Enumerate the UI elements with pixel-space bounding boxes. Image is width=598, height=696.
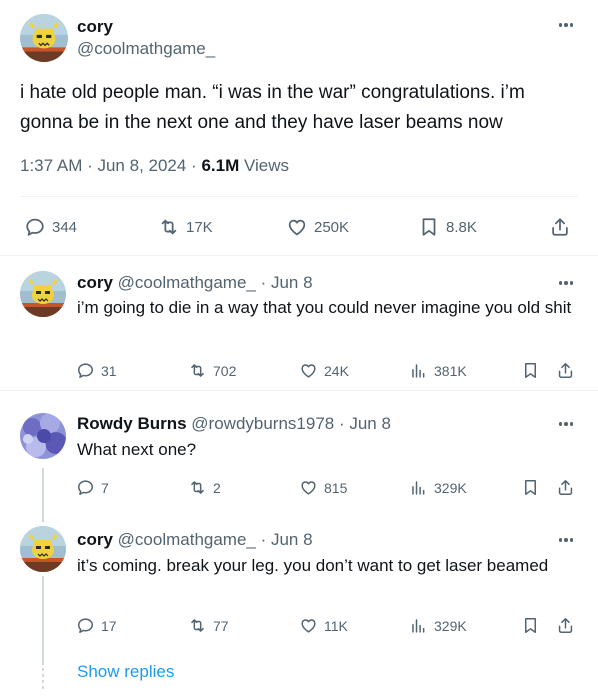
bookmark-button[interactable]: [521, 616, 540, 635]
avatar[interactable]: [20, 14, 68, 62]
tweet-timestamp-views[interactable]: 1:37 AM · Jun 8, 2024 · 6.1M Views: [20, 156, 289, 176]
like-button[interactable]: 24K: [299, 361, 349, 380]
views-count: 6.1M: [201, 156, 240, 175]
tweet-actions: 344 17K 250K 8.8K: [0, 206, 598, 246]
reply-count: 31: [101, 362, 117, 379]
bookmark-button[interactable]: [521, 478, 540, 497]
avatar[interactable]: [20, 271, 66, 317]
bookmark-icon: [418, 216, 440, 238]
views-button[interactable]: 329K: [409, 478, 467, 497]
like-count: 815: [324, 479, 348, 496]
views-count: 329K: [434, 479, 467, 496]
reply-button[interactable]: 7: [76, 478, 109, 497]
tweet-text: What next one?: [77, 440, 197, 459]
repost-icon: [188, 361, 207, 380]
repost-button[interactable]: 2: [188, 478, 221, 497]
author-handle-date[interactable]: @coolmathgame_ · Jun 8: [118, 530, 313, 549]
reply-header: cory @coolmathgame_ · Jun 8: [77, 530, 313, 550]
reply-button[interactable]: 31: [76, 361, 117, 380]
thread-connector: [42, 468, 44, 522]
avatar[interactable]: [20, 526, 66, 572]
share-button[interactable]: [556, 361, 575, 380]
share-icon: [556, 616, 575, 635]
share-button[interactable]: [556, 616, 575, 635]
author-handle-date[interactable]: @coolmathgame_ · Jun 8: [118, 273, 313, 292]
views-button[interactable]: 381K: [409, 361, 467, 380]
views-count: 381K: [434, 362, 467, 379]
share-icon: [549, 216, 571, 238]
views-label: Views: [239, 156, 290, 175]
like-count: 24K: [324, 362, 349, 379]
reply-icon: [76, 361, 95, 380]
repost-icon: [188, 616, 207, 635]
like-button[interactable]: 11K: [299, 616, 348, 635]
views-icon: [409, 478, 428, 497]
repost-icon: [158, 216, 180, 238]
tweet-text: i’m going to die in a way that you could…: [77, 298, 572, 317]
more-options-icon[interactable]: [556, 417, 576, 431]
reply-tweet[interactable]: cory @coolmathgame_ · Jun 8 i’m going to…: [0, 256, 598, 390]
more-options-icon[interactable]: [556, 533, 576, 547]
like-icon: [299, 478, 318, 497]
bookmark-count: 8.8K: [446, 218, 477, 236]
bookmark-icon: [521, 478, 540, 497]
reply-header: cory @coolmathgame_ · Jun 8: [77, 273, 313, 293]
like-icon: [286, 216, 308, 238]
views-icon: [409, 361, 428, 380]
repost-button[interactable]: 702: [188, 361, 236, 380]
reply-icon: [76, 478, 95, 497]
share-button[interactable]: [549, 216, 571, 238]
author-handle-date[interactable]: @rowdyburns1978 · Jun 8: [191, 414, 391, 433]
bookmark-icon: [521, 616, 540, 635]
like-count: 250K: [314, 218, 350, 236]
like-icon: [299, 616, 318, 635]
repost-count: 2: [213, 479, 221, 496]
like-button[interactable]: 815: [299, 478, 347, 497]
reply-button[interactable]: 344: [24, 216, 77, 238]
share-icon: [556, 478, 575, 497]
share-icon: [556, 361, 575, 380]
author-display-name[interactable]: cory: [77, 530, 113, 549]
reply-tweet[interactable]: cory @coolmathgame_ · Jun 8 it’s coming.…: [0, 522, 598, 652]
repost-icon: [188, 478, 207, 497]
bookmark-button[interactable]: [521, 361, 540, 380]
tweet-text: it’s coming. break your leg. you don’t w…: [77, 556, 549, 575]
author-display-name[interactable]: cory: [77, 17, 113, 37]
more-options-icon[interactable]: [556, 18, 576, 32]
reply-count: 17: [101, 617, 117, 634]
more-options-icon[interactable]: [556, 276, 576, 290]
author-handle[interactable]: @coolmathgame_: [77, 39, 215, 59]
repost-count: 77: [213, 617, 229, 634]
divider: [20, 196, 578, 197]
reply-button[interactable]: 17: [76, 616, 117, 635]
repost-count: 17K: [186, 218, 213, 236]
repost-button[interactable]: 77: [188, 616, 229, 635]
like-button[interactable]: 250K: [286, 216, 349, 238]
tweet-text: i hate old people man. “i was in the war…: [20, 82, 525, 133]
repost-count: 702: [213, 362, 237, 379]
main-tweet: cory @coolmathgame_ i hate old people ma…: [0, 0, 598, 256]
share-button[interactable]: [556, 478, 575, 497]
bookmark-button[interactable]: 8.8K: [418, 216, 477, 238]
reply-header: Rowdy Burns @rowdyburns1978 · Jun 8: [77, 414, 391, 434]
reply-count: 7: [101, 479, 109, 496]
repost-button[interactable]: 17K: [158, 216, 213, 238]
reply-icon: [76, 616, 95, 635]
reply-icon: [24, 216, 46, 238]
views-count: 329K: [434, 617, 467, 634]
thread-connector: [42, 576, 44, 662]
author-display-name[interactable]: Rowdy Burns: [77, 414, 187, 433]
views-icon: [409, 616, 428, 635]
bookmark-icon: [521, 361, 540, 380]
like-icon: [299, 361, 318, 380]
like-count: 11K: [324, 617, 348, 634]
reply-count: 344: [52, 218, 78, 236]
reply-tweet[interactable]: Rowdy Burns @rowdyburns1978 · Jun 8 What…: [0, 391, 598, 521]
tweet-timestamp[interactable]: 1:37 AM · Jun 8, 2024 ·: [20, 156, 201, 175]
views-button[interactable]: 329K: [409, 616, 467, 635]
thread-dotted-connector: [42, 662, 44, 690]
author-display-name[interactable]: cory: [77, 273, 113, 292]
show-replies-link[interactable]: Show replies: [77, 662, 174, 682]
avatar[interactable]: [20, 413, 66, 459]
